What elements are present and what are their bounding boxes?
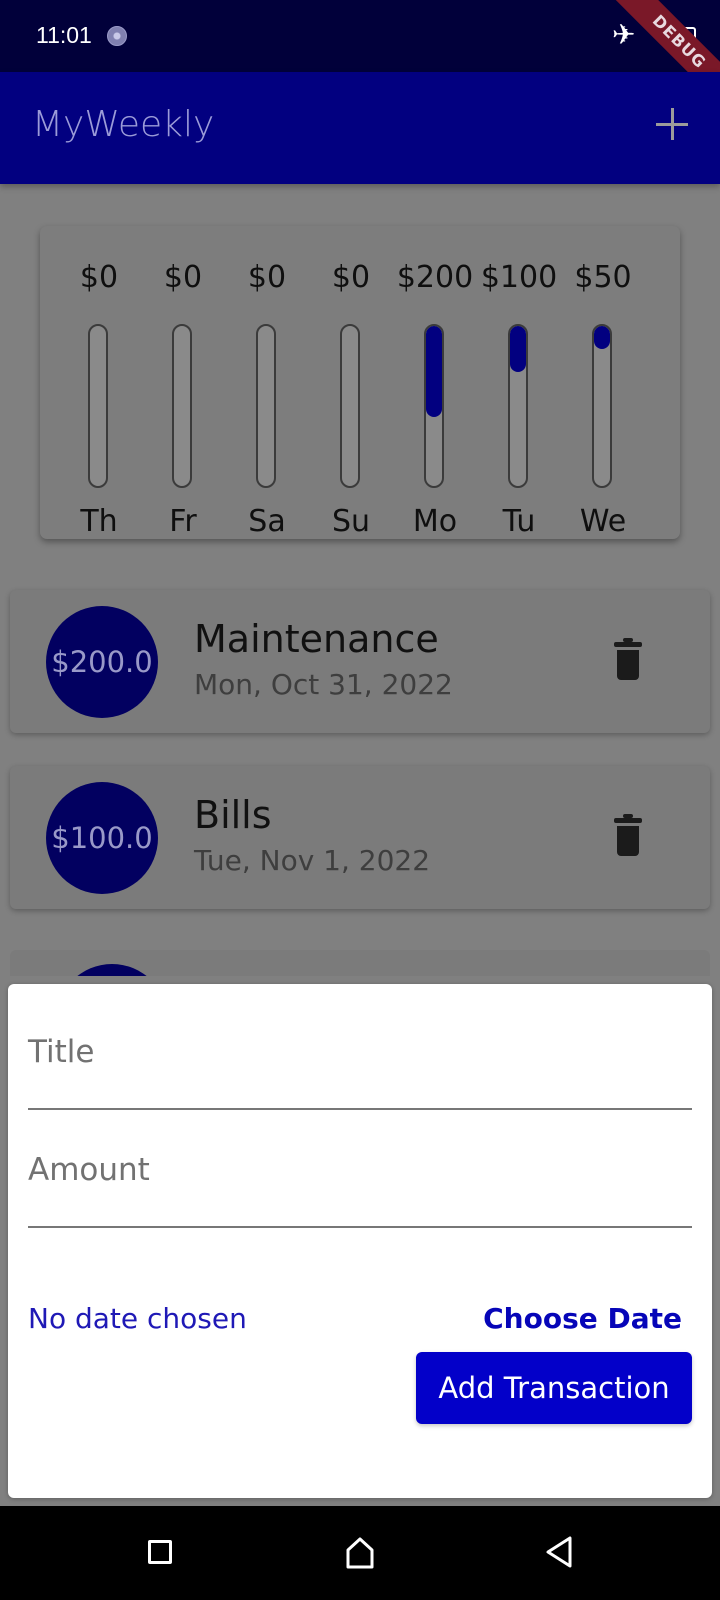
trash-icon[interactable] [614,814,642,856]
sync-icon [107,26,127,46]
transaction-title: Maintenance [194,617,439,661]
transaction-title: Bills [194,793,272,837]
transaction-form: Title Amount No date chosen Choose Date … [8,984,712,1498]
bar-track [508,324,528,488]
home-icon[interactable] [340,1532,380,1572]
title-field[interactable] [28,1072,692,1106]
bar-amount-label: $0 [331,260,371,295]
bar-track [172,324,192,488]
bar-column-tu: $100 Tu [476,244,562,539]
status-time: 11:01 [36,22,92,48]
bar-column-sa: $0 Sa [224,244,310,539]
choose-date-button[interactable]: Choose Date [483,1302,682,1335]
bar-column-we: $50 We [560,244,646,539]
back-icon[interactable] [540,1532,580,1572]
transaction-card-partial [10,950,710,976]
transaction-card-bills: $100.0 Bills Tue, Nov 1, 2022 [10,766,710,909]
bar-fill [426,326,442,417]
title-field-underline [28,1108,692,1110]
bar-track [424,324,444,488]
bar-day-label: Mo [412,504,458,539]
bar-day-label: Sa [248,504,286,539]
bar-day-label: Tu [502,504,536,539]
bar-column-su: $0 Su [308,244,394,539]
recent-apps-icon[interactable] [140,1532,180,1572]
amount-avatar: $100.0 [46,782,158,894]
bar-column-mo: $200 Mo [392,244,478,539]
bar-amount-label: $0 [79,260,119,295]
title-field-label: Title [28,1034,95,1070]
bar-amount-label: $50 [574,260,632,295]
bar-column-fr: $0 Fr [140,244,226,539]
bar-fill [510,326,526,372]
bar-amount-label: $200 [396,260,474,295]
bar-column-th: $0 Th [56,244,142,539]
transaction-date: Tue, Nov 1, 2022 [194,844,431,877]
bar-track [88,324,108,488]
transaction-date: Mon, Oct 31, 2022 [194,668,453,701]
amount-avatar: $200.0 [46,606,158,718]
bar-day-label: Th [80,504,118,539]
bar-amount-label: $100 [480,260,558,295]
bar-day-label: We [579,504,627,539]
date-status: No date chosen [28,1302,247,1335]
amount-avatar [56,964,168,976]
app-bar: MyWeekly [0,72,720,184]
add-transaction-sheet: Title Amount No date chosen Choose Date … [0,976,720,1506]
weekly-chart: $0 Th $0 Fr $0 Sa $0 Su $200 Mo $100 Tu $50 We [40,226,680,539]
amount-field-label: Amount [28,1152,150,1188]
bar-amount-label: $0 [163,260,203,295]
status-bar: 11:01 ✈ DEBUG [0,0,720,120]
app-title: MyWeekly [32,104,215,145]
bar-track [256,324,276,488]
navigation-bar [0,1506,720,1600]
add-transaction-button[interactable]: Add Transaction [416,1352,692,1424]
airplane-mode-icon: ✈ [612,18,636,51]
amount-field[interactable] [28,1190,692,1224]
bar-track [592,324,612,488]
bar-fill [594,326,610,349]
transaction-card-maintenance: $200.0 Maintenance Mon, Oct 31, 2022 [10,590,710,733]
plus-icon[interactable] [656,108,688,140]
bar-day-label: Fr [169,504,197,539]
bar-amount-label: $0 [247,260,287,295]
amount-field-underline [28,1226,692,1228]
bar-track [340,324,360,488]
trash-icon[interactable] [614,638,642,680]
bar-day-label: Su [331,504,371,539]
